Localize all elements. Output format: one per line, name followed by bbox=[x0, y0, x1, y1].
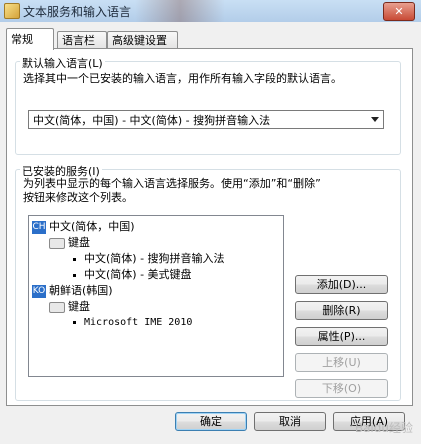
ok-button[interactable]: 确定 bbox=[175, 412, 247, 431]
tree-item-us-keyboard[interactable]: 中文(简体) - 美式键盘 bbox=[73, 267, 192, 282]
tree-item-ms-ime-label: Microsoft IME 2010 bbox=[84, 317, 193, 328]
keyboard-icon bbox=[49, 301, 65, 313]
tab-advanced-key-settings[interactable]: 高级键设置 bbox=[107, 31, 178, 49]
tree-node-chinese-keyboard[interactable]: 键盘 bbox=[49, 235, 90, 250]
installed-services-desc-2: 按钮来修改这个列表。 bbox=[23, 191, 133, 204]
cancel-button[interactable]: 取消 bbox=[254, 412, 326, 431]
tree-node-korean-keyboard[interactable]: 键盘 bbox=[49, 299, 90, 314]
move-down-button[interactable]: 下移(O) bbox=[295, 379, 388, 398]
default-language-label: 默认输入语言(L) bbox=[20, 55, 105, 71]
close-button[interactable]: ✕ bbox=[383, 2, 415, 21]
add-button[interactable]: 添加(D)... bbox=[295, 275, 388, 294]
chevron-down-icon[interactable] bbox=[371, 117, 379, 122]
default-language-select[interactable]: 中文(简体，中国) - 中文(简体) - 搜狗拼音输入法 bbox=[28, 110, 384, 129]
properties-button[interactable]: 属性(P)... bbox=[295, 327, 388, 346]
services-tree[interactable]: CH 中文(简体，中国) 键盘 中文(简体) - 搜狗拼音输入法 中文(简体) -… bbox=[28, 215, 284, 377]
tree-node-chinese-keyboard-label: 键盘 bbox=[68, 236, 90, 249]
window-title: 文本服务和输入语言 bbox=[23, 5, 132, 19]
title-bar: 文本服务和输入语言 ✕ bbox=[0, 0, 421, 22]
tab-general[interactable]: 常规 bbox=[6, 28, 54, 50]
bullet-icon bbox=[73, 273, 76, 277]
korean-language-icon: KO bbox=[32, 284, 46, 298]
tab-language-bar[interactable]: 语言栏 bbox=[57, 31, 107, 49]
tree-item-us-keyboard-label: 中文(简体) - 美式键盘 bbox=[84, 268, 192, 281]
bullet-icon bbox=[73, 320, 76, 324]
title-bar-blur bbox=[135, 0, 225, 22]
installed-services-desc-1: 为列表中显示的每个输入语言选择服务。使用“添加”和“删除” bbox=[23, 177, 321, 190]
tree-node-korean-keyboard-label: 键盘 bbox=[68, 300, 90, 313]
tree-node-chinese-label: 中文(简体，中国) bbox=[49, 220, 135, 233]
tree-node-korean[interactable]: KO 朝鲜语(韩国) bbox=[32, 283, 113, 298]
default-language-desc: 选择其中一个已安装的输入语言，用作所有输入字段的默认语言。 bbox=[23, 72, 342, 85]
chinese-language-icon: CH bbox=[32, 220, 46, 234]
tree-item-sogou[interactable]: 中文(简体) - 搜狗拼音输入法 bbox=[73, 251, 225, 266]
remove-button[interactable]: 删除(R) bbox=[295, 301, 388, 320]
keyboard-icon bbox=[49, 237, 65, 249]
tree-node-chinese[interactable]: CH 中文(简体，中国) bbox=[32, 219, 135, 234]
tree-node-korean-label: 朝鲜语(韩国) bbox=[49, 284, 113, 297]
tree-item-ms-ime[interactable]: Microsoft IME 2010 bbox=[73, 315, 192, 330]
tree-item-sogou-label: 中文(简体) - 搜狗拼音输入法 bbox=[84, 252, 225, 265]
tab-panel-general: 默认输入语言(L) 选择其中一个已安装的输入语言，用作所有输入字段的默认语言。 … bbox=[6, 48, 413, 406]
bullet-icon bbox=[73, 257, 76, 261]
watermark: Baidu经验 bbox=[354, 421, 413, 435]
move-up-button[interactable]: 上移(U) bbox=[295, 353, 388, 372]
app-icon bbox=[4, 3, 20, 19]
dialog: 常规 语言栏 高级键设置 默认输入语言(L) 选择其中一个已安装的输入语言，用作… bbox=[0, 22, 421, 444]
default-language-value: 中文(简体，中国) - 中文(简体) - 搜狗拼音输入法 bbox=[33, 114, 271, 127]
